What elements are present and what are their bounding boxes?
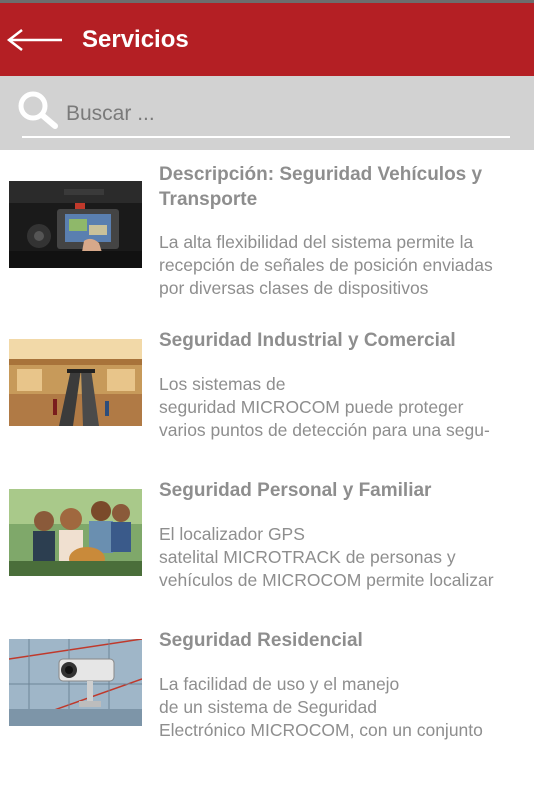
service-description: La alta flexibilidad del sistema permite…: [159, 232, 493, 298]
service-description: El localizador GPS satelital MICROTRACK …: [159, 524, 494, 590]
service-title: Descripción: Seguridad Vehículos y Trans…: [159, 164, 483, 210]
service-item-vehiculos[interactable]: Descripción: Seguridad Vehículos y Trans…: [0, 150, 534, 300]
search-bar: [0, 76, 534, 150]
back-arrow-icon: [6, 28, 62, 51]
service-description: Los sistemas de seguridad MICROCOM puede…: [159, 374, 490, 440]
service-title: Seguridad Residencial: [159, 630, 363, 651]
service-item-industrial[interactable]: Seguridad Industrial y Comercial Los sis…: [0, 300, 534, 450]
service-title: Seguridad Industrial y Comercial: [159, 330, 456, 351]
search-underline: [22, 136, 510, 138]
search-icon[interactable]: [16, 90, 60, 130]
service-title: Seguridad Personal y Familiar: [159, 480, 432, 501]
page-title: Servicios: [82, 25, 189, 53]
app-bar: Servicios: [0, 3, 534, 76]
escalator-mall-image: [9, 339, 142, 426]
service-item-personal[interactable]: Seguridad Personal y Familiar El localiz…: [0, 450, 534, 600]
family-photo-image: [9, 489, 142, 576]
back-button[interactable]: [0, 3, 70, 76]
service-item-residencial[interactable]: Seguridad Residencial La facilidad de us…: [0, 600, 534, 750]
search-input[interactable]: [66, 96, 506, 132]
car-dashboard-image: [9, 181, 142, 268]
security-camera-image: [9, 639, 142, 726]
service-description: La facilidad de uso y el manejo de un si…: [159, 674, 483, 740]
